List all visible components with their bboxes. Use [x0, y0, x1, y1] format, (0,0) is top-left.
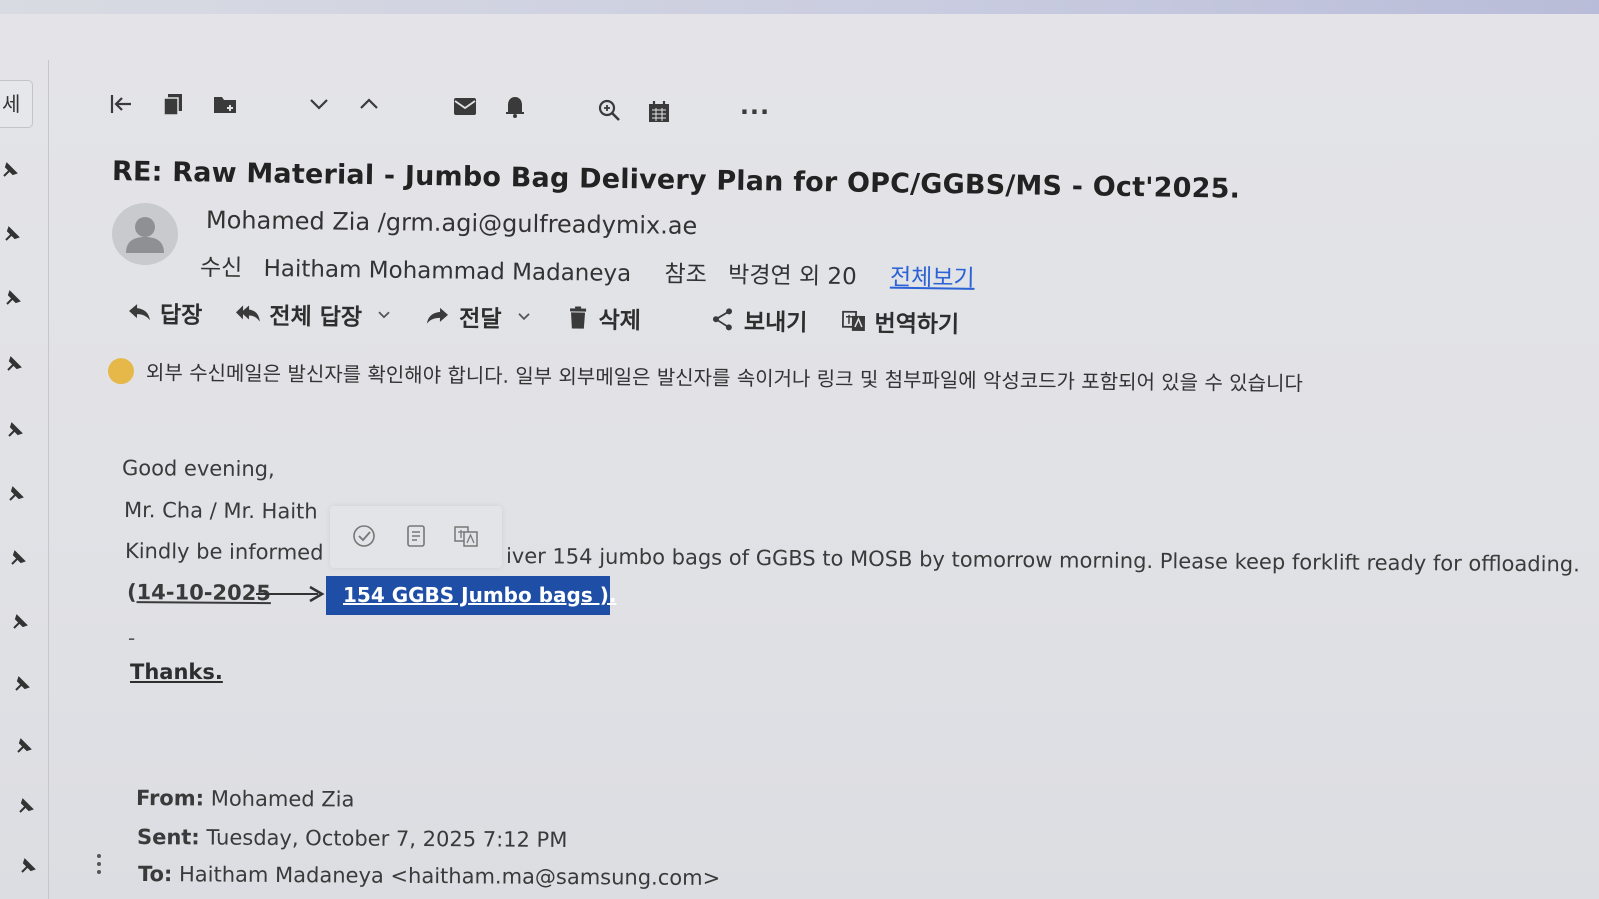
sent-label: Sent:: [136, 825, 200, 850]
cc-value[interactable]: 박경연 외 20: [728, 262, 857, 290]
warning-text: 외부 수신메일은 발신자를 확인해야 합니다. 일부 외부메일은 발신자를 속이…: [145, 360, 1303, 396]
copy-icon[interactable]: [157, 88, 189, 120]
back-to-list-icon[interactable]: [105, 88, 137, 120]
forward-button[interactable]: 전달: [425, 299, 532, 334]
mail-icon[interactable]: [449, 90, 481, 122]
reply-all-button[interactable]: 전체 답장: [235, 296, 392, 332]
next-down-icon[interactable]: [303, 88, 335, 120]
left-rail: 세: [0, 60, 49, 899]
share-button[interactable]: 보내기: [710, 302, 808, 337]
pin-icon[interactable]: [18, 856, 38, 876]
pin-icon[interactable]: [14, 736, 34, 756]
selected-text[interactable]: 154 GGBS Jumbo bags ).: [326, 576, 616, 615]
translate-button[interactable]: 번역하기: [840, 304, 959, 339]
reply-icon: [129, 304, 150, 321]
from-label: From:: [135, 786, 205, 811]
mail-reader-screen: 세 ··· RE: Raw Material - Jumbo Bag Deliv…: [0, 0, 1599, 899]
recipient-line: 수신 Haitham Mohammad Madaneya 참조 박경연 외 20…: [200, 248, 989, 293]
quoted-to: To: Haitham Madaneya <haitham.ma@samsung…: [138, 862, 720, 890]
message-toolbar: ···: [105, 88, 805, 128]
avatar[interactable]: [112, 203, 178, 265]
dash-line: -: [128, 626, 136, 650]
salutation: Mr. Cha / Mr. Haith: [123, 498, 318, 524]
external-mail-warning: 외부 수신메일은 발신자를 확인해야 합니다. 일부 외부메일은 발신자를 속이…: [107, 356, 1303, 396]
sent-value: Tuesday, October 7, 2025 7:12 PM: [206, 825, 568, 853]
translate-icon[interactable]: [452, 522, 480, 550]
forward-icon: [427, 307, 449, 324]
warning-icon: [107, 357, 135, 384]
reply-all-label: 전체 답장: [269, 303, 363, 331]
to-value: Haitham Madaneya <haitham.ma@samsung.com…: [178, 862, 721, 891]
to-label: 수신: [199, 255, 243, 282]
pin-icon[interactable]: [16, 796, 36, 816]
chevron-down-icon[interactable]: [376, 307, 392, 323]
pin-icon[interactable]: [12, 674, 32, 694]
bell-icon[interactable]: [499, 90, 531, 122]
trash-icon: [569, 306, 586, 329]
delete-button[interactable]: 삭제: [564, 300, 641, 335]
view-all-link[interactable]: 전체보기: [890, 265, 975, 292]
email-subject: RE: Raw Material - Jumbo Bag Delivery Pl…: [111, 156, 1241, 205]
reply-label: 답장: [159, 302, 203, 329]
translate-icon: [841, 310, 865, 332]
pin-icon[interactable]: [0, 160, 20, 180]
move-folder-icon[interactable]: [209, 88, 241, 120]
from-value: Mohamed Zia: [210, 786, 355, 812]
sender-line[interactable]: Mohamed Zia /grm.agi@gulfreadymix.ae: [206, 206, 698, 240]
cc-label: 참조: [664, 261, 708, 289]
selection-mini-toolbar: [330, 506, 502, 568]
calendar-icon[interactable]: [643, 96, 675, 128]
reply-button[interactable]: 답장: [126, 295, 203, 330]
action-row: 답장 전체 답장 전달 삭제 보내기 번역하기: [126, 295, 988, 342]
window-top-edge: [0, 0, 1599, 14]
body-line-start: Kindly be informed: [124, 539, 324, 565]
quoted-sent: Sent: Tuesday, October 7, 2025 7:12 PM: [137, 825, 568, 852]
quoted-from: From: Mohamed Zia: [136, 786, 355, 812]
to-label: To:: [137, 862, 173, 887]
delete-label: 삭제: [598, 307, 642, 335]
pin-icon[interactable]: [8, 548, 28, 568]
share-icon: [712, 308, 733, 331]
date-text: 14-10-2025: [136, 580, 272, 606]
share-label: 보내기: [743, 309, 808, 337]
kebab-icon[interactable]: [96, 852, 102, 876]
forward-label: 전달: [458, 306, 502, 333]
chevron-down-icon[interactable]: [515, 309, 531, 325]
check-icon[interactable]: [350, 522, 378, 550]
pin-icon[interactable]: [10, 612, 30, 632]
thanks-line: Thanks.: [130, 660, 223, 684]
more-icon[interactable]: ···: [739, 96, 771, 128]
note-icon[interactable]: [402, 522, 430, 550]
previous-up-icon[interactable]: [353, 88, 385, 120]
reply-all-icon: [236, 305, 261, 322]
pin-icon[interactable]: [5, 420, 25, 440]
pin-icon[interactable]: [2, 224, 22, 244]
pin-icon[interactable]: [4, 354, 24, 374]
to-value[interactable]: Haitham Mohammad Madaneya: [263, 256, 631, 287]
greeting: Good evening,: [121, 456, 275, 482]
date-line: (14-10-2025: [127, 580, 271, 605]
pin-icon[interactable]: [3, 288, 23, 308]
body-line-end: iver 154 jumbo bags of GGBS to MOSB by t…: [505, 544, 1580, 577]
arrow-right-icon: [309, 585, 325, 603]
translate-label: 번역하기: [874, 311, 960, 339]
zoom-icon[interactable]: [593, 94, 625, 126]
pin-icon[interactable]: [6, 484, 26, 504]
date-open-paren: (: [126, 580, 137, 605]
rail-tab[interactable]: 세: [0, 80, 33, 128]
